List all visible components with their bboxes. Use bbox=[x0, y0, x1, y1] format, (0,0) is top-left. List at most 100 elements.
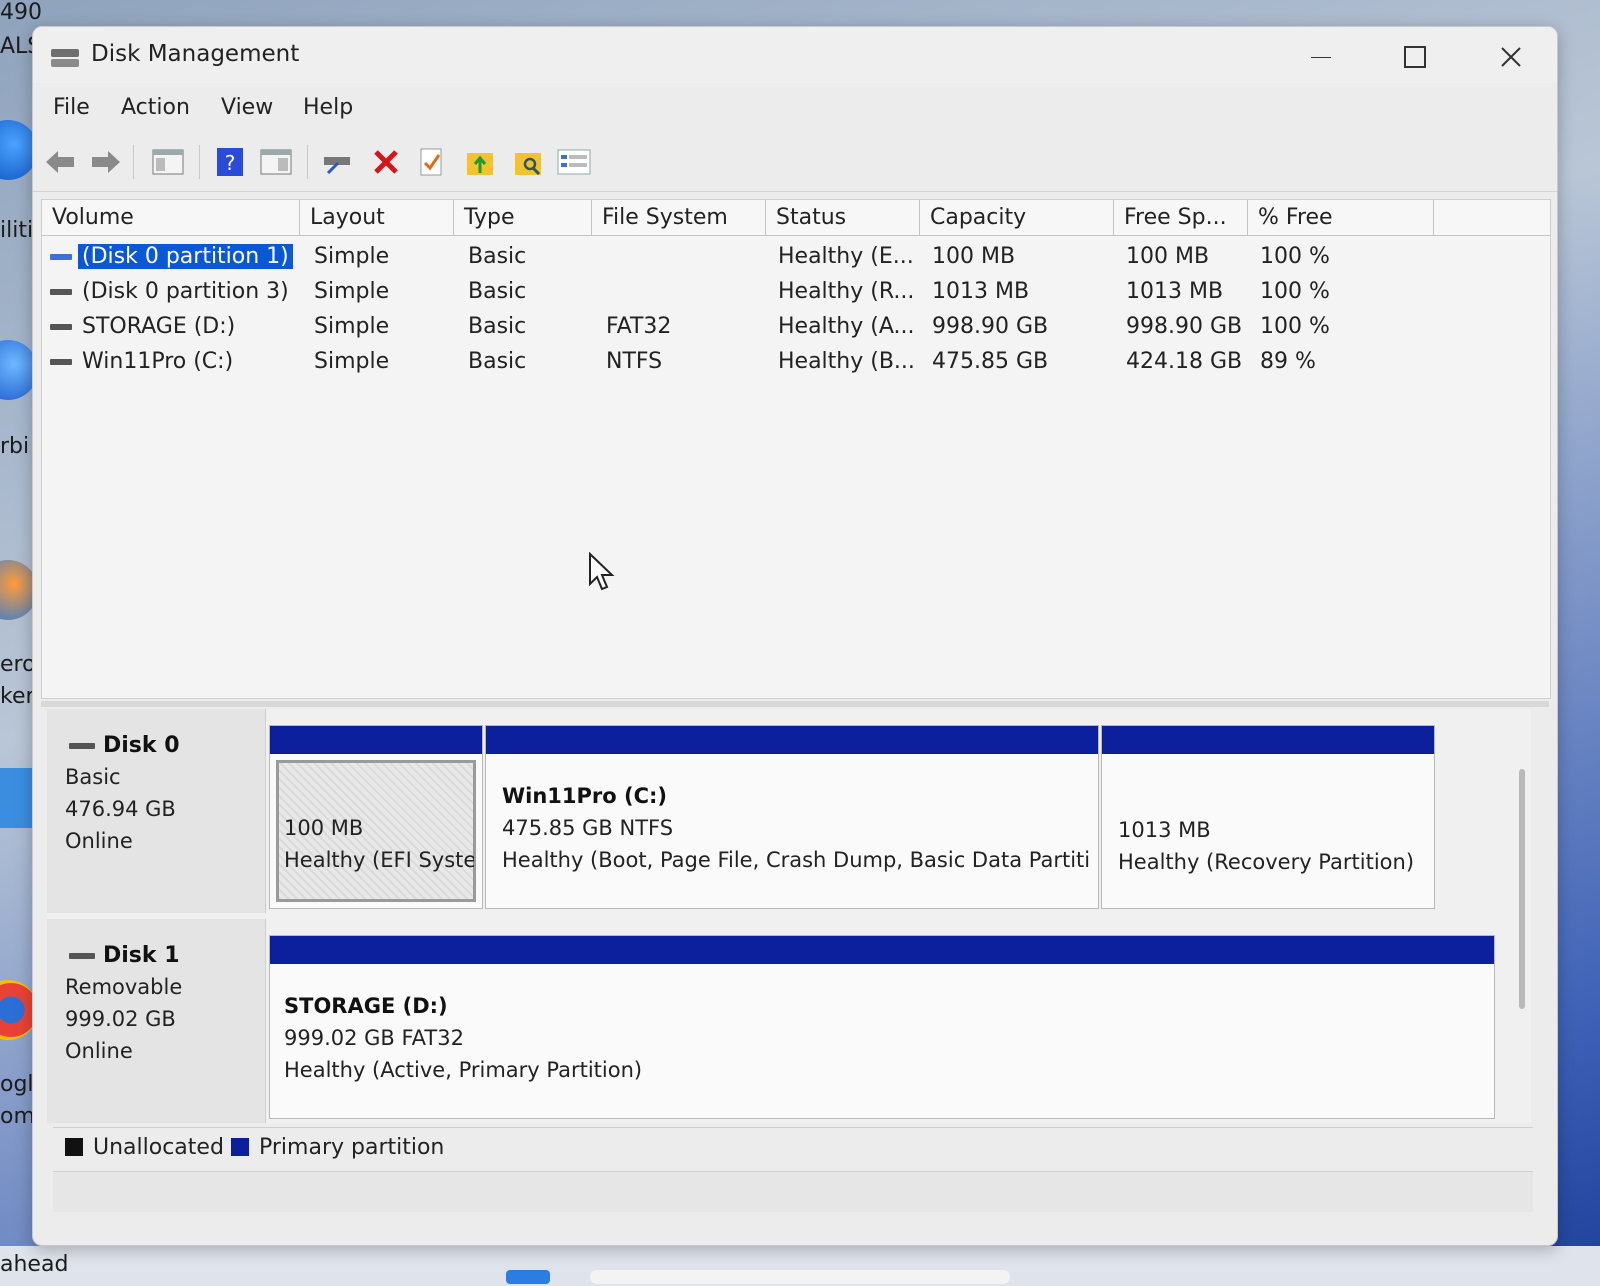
desktop-label-4: rbi bbox=[0, 434, 30, 459]
menu-view[interactable]: View bbox=[221, 95, 273, 120]
cell-percent-free: 100 % bbox=[1260, 244, 1330, 269]
volume-name: STORAGE (D:) bbox=[82, 314, 236, 339]
delete-button[interactable] bbox=[369, 145, 403, 179]
partition-size: 475.85 GB NTFS bbox=[502, 816, 674, 840]
cell-layout: Simple bbox=[314, 279, 390, 304]
legend-label-unallocated: Unallocated bbox=[93, 1135, 224, 1160]
disk-name: Disk 0 bbox=[103, 733, 180, 758]
volume-list: Volume Layout Type File System Status Ca… bbox=[41, 199, 1551, 699]
disk-size: 999.02 GB bbox=[65, 1007, 176, 1031]
toolbar: ? bbox=[33, 133, 1557, 192]
partition-size: 1013 MB bbox=[1118, 818, 1211, 842]
menu-action[interactable]: Action bbox=[121, 95, 190, 120]
table-row[interactable]: (Disk 0 partition 3) Simple Basic Health… bbox=[42, 275, 1550, 309]
cell-file-system: FAT32 bbox=[606, 314, 672, 339]
volume-icon bbox=[50, 254, 72, 260]
window-title: Disk Management bbox=[91, 41, 300, 67]
show-pane-icon bbox=[260, 149, 292, 175]
table-row[interactable]: (Disk 0 partition 1) Simple Basic Health… bbox=[42, 240, 1550, 274]
desktop-label-1: 490 bbox=[0, 0, 42, 25]
taskbar-search[interactable] bbox=[590, 1270, 1010, 1284]
cell-layout: Simple bbox=[314, 349, 390, 374]
partition-bar bbox=[1102, 726, 1434, 754]
cell-status: Healthy (E... bbox=[778, 244, 914, 269]
forward-button[interactable] bbox=[89, 145, 123, 179]
column-header-status[interactable]: Status bbox=[766, 200, 920, 236]
partition-status: Healthy (Boot, Page File, Crash Dump, Ba… bbox=[502, 848, 1091, 872]
disk-1-info[interactable]: Disk 1 Removable 999.02 GB Online bbox=[47, 919, 266, 1123]
status-bar bbox=[53, 1171, 1533, 1212]
back-button[interactable] bbox=[43, 145, 77, 179]
toolbar-separator bbox=[199, 145, 200, 179]
maximize-button[interactable] bbox=[1385, 37, 1445, 77]
cell-percent-free: 100 % bbox=[1260, 279, 1330, 304]
folder-up-button[interactable] bbox=[463, 145, 497, 179]
properties-button[interactable] bbox=[557, 145, 591, 179]
connect-drive-button[interactable] bbox=[321, 145, 355, 179]
menubar: File Action View Help bbox=[33, 89, 1557, 129]
cell-free-space: 424.18 GB bbox=[1126, 349, 1243, 374]
column-header-filler bbox=[1434, 200, 1550, 236]
volume-name: (Disk 0 partition 1) bbox=[78, 244, 293, 269]
check-button[interactable] bbox=[415, 145, 449, 179]
partition-storage[interactable]: STORAGE (D:) 999.02 GB FAT32 Healthy (Ac… bbox=[269, 935, 1495, 1119]
partition-recovery[interactable]: 1013 MB Healthy (Recovery Partition) bbox=[1101, 725, 1435, 909]
volume-icon bbox=[50, 289, 72, 295]
menu-file[interactable]: File bbox=[53, 95, 90, 120]
column-header-layout[interactable]: Layout bbox=[300, 200, 454, 236]
cell-type: Basic bbox=[468, 314, 527, 339]
partition-win11pro[interactable]: Win11Pro (C:) 475.85 GB NTFS Healthy (Bo… bbox=[485, 725, 1099, 909]
disk-size: 476.94 GB bbox=[65, 797, 176, 821]
disk-icon bbox=[69, 953, 95, 959]
taskbar: ahead bbox=[0, 1246, 1600, 1286]
disk-state: Online bbox=[65, 829, 133, 853]
cell-layout: Simple bbox=[314, 314, 390, 339]
column-header-free-space[interactable]: Free Sp... bbox=[1114, 200, 1248, 236]
folder-search-button[interactable] bbox=[511, 145, 545, 179]
partition-efi[interactable]: 100 MB Healthy (EFI Syste bbox=[269, 725, 483, 909]
partition-status: Healthy (Active, Primary Partition) bbox=[284, 1058, 643, 1082]
show-pane-button[interactable] bbox=[259, 145, 293, 179]
partition-name: Win11Pro (C:) bbox=[502, 784, 668, 808]
column-header-capacity[interactable]: Capacity bbox=[920, 200, 1114, 236]
volume-name: Win11Pro (C:) bbox=[82, 349, 234, 374]
titlebar[interactable]: Disk Management bbox=[33, 27, 1557, 83]
toolbar-separator bbox=[133, 145, 134, 179]
column-header-file-system[interactable]: File System bbox=[592, 200, 766, 236]
partition-bar bbox=[270, 936, 1494, 964]
cell-file-system: NTFS bbox=[606, 349, 663, 374]
close-button[interactable] bbox=[1481, 37, 1541, 77]
column-header-volume[interactable]: Volume bbox=[42, 200, 300, 236]
desktop-label-3: iliti bbox=[0, 218, 34, 243]
partition-name: STORAGE (D:) bbox=[284, 994, 448, 1018]
partition-bar bbox=[486, 726, 1098, 754]
legend-swatch-primary bbox=[231, 1138, 249, 1156]
partition-status: Healthy (EFI Syste bbox=[284, 848, 474, 872]
legend-swatch-unallocated bbox=[65, 1138, 83, 1156]
check-icon bbox=[420, 148, 442, 176]
help-icon: ? bbox=[217, 148, 243, 176]
console-tree-icon bbox=[152, 149, 184, 175]
legend-label-primary: Primary partition bbox=[259, 1135, 445, 1160]
table-row[interactable]: Win11Pro (C:) Simple Basic NTFS Healthy … bbox=[42, 345, 1550, 379]
mouse-cursor-icon bbox=[589, 552, 615, 591]
minimize-button[interactable] bbox=[1291, 37, 1351, 77]
cell-status: Healthy (B... bbox=[778, 349, 915, 374]
console-tree-button[interactable] bbox=[151, 145, 185, 179]
svg-text:?: ? bbox=[225, 151, 236, 175]
toolbar-separator bbox=[307, 145, 308, 179]
cell-percent-free: 89 % bbox=[1260, 349, 1316, 374]
volume-name: (Disk 0 partition 3) bbox=[82, 279, 289, 304]
column-header-percent-free[interactable]: % Free bbox=[1248, 200, 1434, 236]
volume-icon bbox=[50, 359, 72, 365]
menu-help[interactable]: Help bbox=[303, 95, 353, 120]
vertical-scrollbar[interactable] bbox=[1519, 769, 1525, 1009]
pane-splitter[interactable] bbox=[41, 701, 1549, 707]
column-header-type[interactable]: Type bbox=[454, 200, 592, 236]
start-icon[interactable] bbox=[506, 1270, 550, 1284]
disk-type: Basic bbox=[65, 765, 121, 789]
disk-0-info[interactable]: Disk 0 Basic 476.94 GB Online bbox=[47, 709, 266, 913]
table-row[interactable]: STORAGE (D:) Simple Basic FAT32 Healthy … bbox=[42, 310, 1550, 344]
cell-free-space: 998.90 GB bbox=[1126, 314, 1243, 339]
help-button[interactable]: ? bbox=[213, 145, 247, 179]
